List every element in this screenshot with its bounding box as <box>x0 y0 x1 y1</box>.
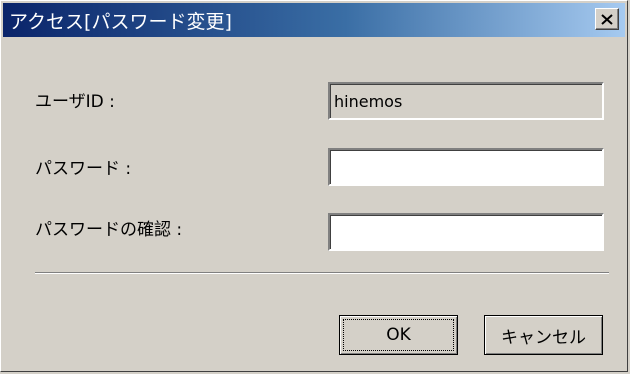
user-id-field <box>328 82 604 120</box>
title-bar[interactable]: アクセス[パスワード変更] <box>3 3 625 37</box>
separator <box>35 272 609 274</box>
password-field[interactable] <box>328 148 604 186</box>
cancel-button[interactable]: キャンセル <box>484 315 603 355</box>
password-change-dialog: アクセス[パスワード変更] ユーザID : パスワード : パスワードの確認 :… <box>0 0 628 372</box>
close-icon <box>601 13 613 25</box>
dialog-title: アクセス[パスワード変更] <box>9 10 232 33</box>
password-label: パスワード : <box>35 159 132 179</box>
password-confirm-field[interactable] <box>328 213 604 251</box>
close-button[interactable] <box>595 8 619 30</box>
user-id-label: ユーザID : <box>35 92 115 112</box>
ok-button[interactable]: OK <box>339 315 458 355</box>
password-confirm-label: パスワードの確認 : <box>35 220 183 240</box>
